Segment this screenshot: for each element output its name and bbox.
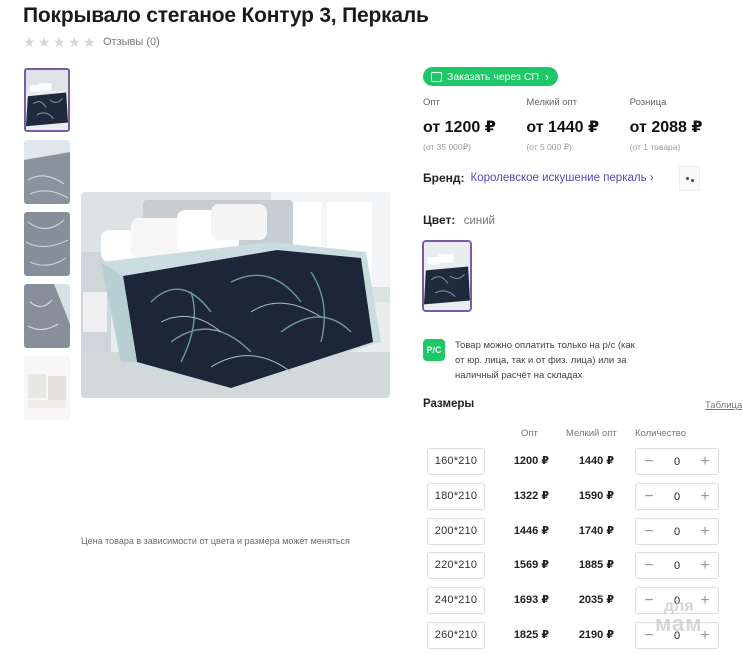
star-icon: ★ — [23, 34, 36, 50]
column-header-quantity: Количество — [635, 428, 687, 439]
plus-icon[interactable]: + — [698, 488, 712, 505]
star-icon: ★ — [68, 34, 81, 50]
brand-logo-mark — [686, 177, 689, 180]
quantity-stepper: − 0 + — [635, 552, 719, 579]
price-tier-value: от 2088 ₽ — [629, 119, 703, 136]
price-tier-label: Мелкий опт — [526, 97, 578, 108]
price-tier-opt: Опт от 1200 ₽ (от 35 000₽) — [423, 97, 526, 153]
brand-logo[interactable] — [679, 166, 700, 191]
price-opt: 1322 ₽ — [513, 490, 549, 502]
rating: ★ ★ ★ ★ ★ Отзывы (0) — [23, 35, 160, 49]
thumbnail-list — [24, 68, 70, 428]
size-option[interactable]: 260*210 — [427, 622, 485, 649]
color-swatch-selected[interactable] — [422, 240, 472, 312]
order-via-sp-button[interactable]: Заказать через СП › — [423, 67, 558, 86]
order-via-sp-label: Заказать через СП — [447, 70, 539, 83]
size-option[interactable]: 200*210 — [427, 518, 485, 545]
price-tier-minimum: (от 1 товара) — [629, 142, 681, 152]
payment-rs-icon: Р/С — [423, 339, 445, 361]
quantity-value[interactable]: 0 — [674, 456, 680, 468]
price-tier-value: от 1440 ₽ — [526, 119, 600, 136]
price-small-opt: 2035 ₽ — [578, 594, 614, 606]
price-small-opt: 1590 ₽ — [578, 490, 614, 502]
chevron-right-icon: › — [649, 172, 654, 184]
star-icon: ★ — [38, 34, 51, 50]
quantity-value[interactable]: 0 — [674, 526, 680, 538]
color-value: синий — [463, 215, 496, 227]
thumbnail-1[interactable] — [24, 68, 70, 132]
site-watermark: для мам — [655, 598, 703, 637]
size-row: 180*210 1322 ₽ 1590 ₽ − 0 + — [427, 483, 727, 511]
thumbnail-4[interactable] — [24, 284, 70, 348]
brand-row: Бренд: Королевское искушение перкаль › — [423, 171, 654, 185]
minus-icon[interactable]: − — [642, 523, 656, 540]
color-row: Цвет: синий — [423, 213, 495, 227]
price-opt: 1446 ₽ — [513, 525, 549, 537]
brand-logo-mark — [691, 179, 694, 182]
brand-label: Бренд: — [423, 171, 465, 185]
brand-name: Королевское искушение перкаль — [470, 172, 647, 184]
size-option[interactable]: 160*210 — [427, 448, 485, 475]
price-tier-small-opt: Мелкий опт от 1440 ₽ (от 5 000 ₽) — [526, 97, 629, 153]
price-small-opt: 2190 ₽ — [578, 629, 614, 641]
size-option[interactable]: 180*210 — [427, 483, 485, 510]
plus-icon[interactable]: + — [698, 523, 712, 540]
payment-note: Товар можно оплатить только на р/с (как … — [455, 340, 635, 381]
color-label: Цвет: — [423, 213, 456, 227]
reviews-link[interactable]: Отзывы (0) — [103, 36, 160, 48]
price-tier-minimum: (от 35 000₽) — [423, 142, 471, 152]
minus-icon[interactable]: − — [642, 592, 656, 609]
rating-stars: ★ ★ ★ ★ ★ — [23, 35, 97, 49]
column-header-small-opt: Мелкий опт — [566, 428, 617, 439]
size-row: 220*210 1569 ₽ 1885 ₽ − 0 + — [427, 552, 727, 580]
size-option[interactable]: 220*210 — [427, 552, 485, 579]
quantity-value[interactable]: 0 — [674, 491, 680, 503]
price-opt: 1569 ₽ — [513, 559, 549, 571]
minus-icon[interactable]: − — [642, 453, 656, 470]
quantity-stepper: − 0 + — [635, 483, 719, 510]
size-row: 160*210 1200 ₽ 1440 ₽ − 0 + — [427, 448, 727, 476]
thumbnail-3[interactable] — [24, 212, 70, 276]
chevron-right-icon: › — [544, 69, 549, 84]
price-small-opt: 1740 ₽ — [578, 525, 614, 537]
price-tier-label: Опт — [423, 97, 440, 108]
minus-icon[interactable]: − — [642, 557, 656, 574]
quantity-value[interactable]: 0 — [674, 560, 680, 572]
product-main-image[interactable] — [81, 192, 390, 398]
price-note: Цена товара в зависимости от цвета и раз… — [81, 536, 350, 546]
price-small-opt: 1885 ₽ — [578, 559, 614, 571]
column-header-opt: Опт — [521, 428, 538, 439]
price-small-opt: 1440 ₽ — [578, 455, 614, 467]
product-title: Покрывало стеганое Контур 3, Перкаль — [23, 4, 429, 27]
plus-icon[interactable]: + — [698, 453, 712, 470]
watermark-line-2: мам — [655, 611, 703, 637]
thumbnail-2[interactable] — [24, 140, 70, 204]
star-icon: ★ — [53, 34, 66, 50]
price-opt: 1825 ₽ — [513, 629, 549, 641]
star-icon: ★ — [83, 34, 96, 50]
price-tier-minimum: (от 5 000 ₽) — [526, 142, 572, 152]
thumbnail-5[interactable] — [24, 356, 70, 420]
basket-icon — [431, 71, 442, 82]
price-tier-label: Розница — [629, 97, 667, 108]
price-tiers: Опт от 1200 ₽ (от 35 000₽) Мелкий опт от… — [423, 97, 733, 153]
plus-icon[interactable]: + — [698, 557, 712, 574]
price-tier-value: от 1200 ₽ — [423, 119, 496, 136]
minus-icon[interactable]: − — [642, 627, 656, 644]
size-table-link[interactable]: Таблица — [705, 400, 742, 411]
quantity-stepper: − 0 + — [635, 518, 719, 545]
price-opt: 1200 ₽ — [513, 455, 549, 467]
quantity-stepper: − 0 + — [635, 448, 719, 475]
price-tier-retail: Розница от 2088 ₽ (от 1 товара) — [630, 97, 733, 153]
sizes-title: Размеры — [423, 398, 475, 410]
size-row: 200*210 1446 ₽ 1740 ₽ − 0 + — [427, 518, 727, 546]
price-opt: 1693 ₽ — [513, 594, 549, 606]
minus-icon[interactable]: − — [642, 488, 656, 505]
size-option[interactable]: 240*210 — [427, 587, 485, 614]
brand-link[interactable]: Королевское искушение перкаль › — [471, 172, 654, 184]
